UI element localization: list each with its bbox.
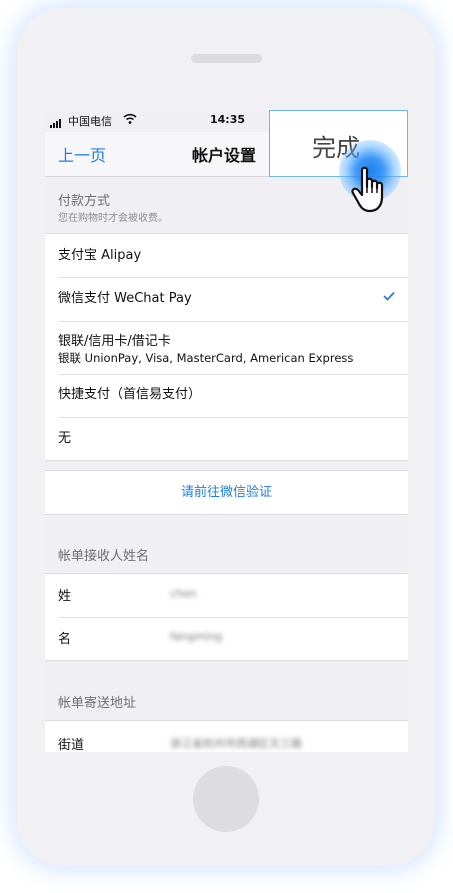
street-label: 街道 bbox=[58, 738, 85, 752]
payment-option-label: 快捷支付（首信易支付） bbox=[58, 387, 202, 402]
given-name-row[interactable]: 名 fangming bbox=[45, 617, 408, 660]
given-name-value[interactable]: fangming bbox=[170, 630, 222, 643]
recipient-name-list: 姓 chen 名 fangming bbox=[45, 573, 408, 661]
payment-option-sublabel: 银联 UnionPay, Visa, MasterCard, American … bbox=[58, 351, 354, 365]
carrier-label: 中国电信 bbox=[68, 115, 112, 128]
address-list: 街道 浙江省杭州市西湖区文三路 bbox=[45, 720, 408, 752]
wifi-icon bbox=[123, 113, 137, 124]
home-button[interactable] bbox=[193, 766, 259, 832]
checkmark-icon bbox=[383, 291, 395, 301]
payment-option-alipay[interactable]: 支付宝 Alipay bbox=[45, 234, 408, 277]
payment-options-list: 支付宝 Alipay 微信支付 WeChat Pay 银联/信用卡/借记卡 银联… bbox=[45, 233, 408, 461]
payment-option-unionpay[interactable]: 银联/信用卡/借记卡 银联 UnionPay, Visa, MasterCard… bbox=[45, 321, 408, 374]
status-time: 14:35 bbox=[210, 113, 246, 126]
payment-option-none[interactable]: 无 bbox=[45, 417, 408, 460]
page-title: 帐户设置 bbox=[192, 146, 257, 165]
payment-option-label: 无 bbox=[58, 431, 72, 446]
given-name-label: 名 bbox=[58, 632, 72, 647]
surname-value[interactable]: chen bbox=[170, 587, 197, 600]
recipient-section-header: 帐单接收人姓名 bbox=[58, 549, 150, 564]
payment-section-header: 付款方式 bbox=[58, 194, 111, 209]
surname-label: 姓 bbox=[58, 589, 72, 604]
surname-row[interactable]: 姓 chen bbox=[45, 574, 408, 617]
wechat-verify-label: 请前往微信验证 bbox=[180, 485, 272, 500]
address-section-header: 帐单寄送地址 bbox=[58, 696, 137, 711]
payment-option-label: 支付宝 Alipay bbox=[58, 248, 142, 263]
payment-option-wechat[interactable]: 微信支付 WeChat Pay bbox=[45, 277, 408, 321]
wechat-verify-button[interactable]: 请前往微信验证 bbox=[45, 470, 408, 515]
payment-option-label: 微信支付 WeChat Pay bbox=[58, 291, 192, 306]
street-row[interactable]: 街道 浙江省杭州市西湖区文三路 bbox=[45, 721, 408, 752]
payment-option-label: 银联/信用卡/借记卡 bbox=[58, 334, 171, 349]
phone-speaker bbox=[191, 54, 262, 63]
signal-icon bbox=[50, 115, 62, 128]
back-button[interactable]: 上一页 bbox=[58, 142, 106, 166]
hand-pointer-icon bbox=[351, 166, 384, 213]
street-value[interactable]: 浙江省杭州市西湖区文三路 bbox=[170, 735, 302, 751]
payment-section-subheader: 您在购物时才会被收费。 bbox=[58, 213, 168, 224]
payment-option-express[interactable]: 快捷支付（首信易支付） bbox=[45, 374, 408, 417]
